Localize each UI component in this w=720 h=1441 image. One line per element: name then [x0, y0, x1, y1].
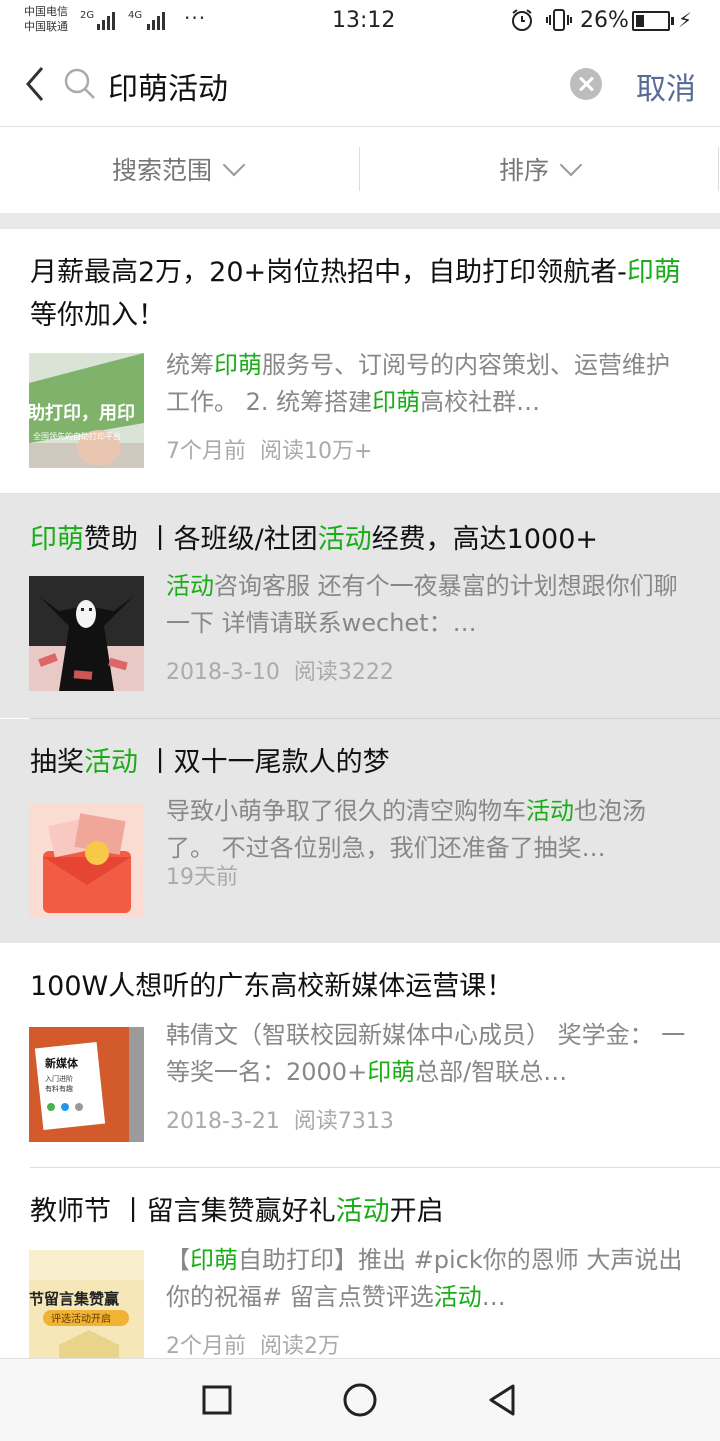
alarm-icon [512, 9, 532, 31]
result-item[interactable]: 抽奖活动 丨双十一尾款人的梦 导致小萌争取了很久的清空购物车活动也泡汤了。 不过… [0, 719, 720, 943]
result-thumbnail: 节留言集赞赢 评选活动开启 [29, 1250, 144, 1365]
svg-text:入门进阶: 入门进阶 [45, 1074, 73, 1083]
battery-percent: 26% [580, 8, 629, 33]
result-title: 100W人想听的广东高校新媒体运营课！ [30, 971, 514, 1002]
search-header: 印萌活动 取消 [0, 44, 720, 127]
result-snippet: 韩倩文（智联校园新媒体中心成员） 奖学金： 一等奖一名：2000+印萌总部/智联… [166, 1021, 686, 1086]
result-meta: 2个月前 阅读2万 [166, 1328, 340, 1360]
sort-filter[interactable]: 排序 [499, 151, 583, 187]
result-date: 2018-3-21 [166, 1109, 280, 1134]
result-snippet: 活动咨询客服 还有个一夜暴富的计划想跟你们聊一下 详情请联系wechet：… [166, 572, 678, 637]
chevron-down-icon [222, 153, 246, 177]
system-nav-bar [0, 1358, 720, 1441]
square-recents-icon[interactable] [197, 1380, 237, 1420]
result-reads: 阅读7313 [293, 1109, 394, 1134]
result-meta: 7个月前 阅读10万+ [166, 433, 372, 465]
clear-icon[interactable] [570, 68, 602, 100]
circle-home-icon[interactable] [340, 1380, 380, 1420]
signal-icon-2 [147, 12, 165, 30]
scope-filter-label: 搜索范围 [112, 156, 213, 185]
result-date: 2018-3-10 [166, 660, 280, 685]
result-thumbnail [29, 803, 144, 918]
network-type-1: 2G [80, 10, 95, 21]
svg-text:助打印，用印: 助打印，用印 [29, 402, 135, 424]
carrier-2: 中国联通 [24, 20, 68, 33]
result-reads: 阅读3222 [293, 660, 394, 685]
scope-filter[interactable]: 搜索范围 [112, 151, 246, 187]
cancel-button[interactable]: 取消 [636, 64, 696, 108]
result-meta: 2018-3-10 阅读3222 [166, 654, 394, 686]
section-gap [0, 213, 720, 229]
charging-icon: ⚡ [678, 8, 693, 32]
result-item[interactable]: 月薪最高2万，20+岗位热招中，自助打印领航者-印萌等你加入！ 助打印，用印 全… [0, 229, 720, 493]
result-date: 2个月前 [166, 1334, 246, 1359]
search-input[interactable]: 印萌活动 [108, 64, 228, 108]
svg-text:全国领先的自助打印平台: 全国领先的自助打印平台 [33, 431, 121, 441]
more-notifications-icon: ··· [184, 6, 207, 30]
search-icon [64, 68, 95, 99]
result-title: 抽奖活动 丨双十一尾款人的梦 [30, 747, 390, 778]
triangle-back-icon[interactable] [483, 1380, 523, 1420]
filter-divider [359, 147, 360, 191]
carrier-1: 中国电信 [24, 5, 68, 18]
network-type-2: 4G [128, 10, 143, 21]
svg-text:有料有趣: 有料有趣 [45, 1084, 73, 1093]
result-title: 月薪最高2万，20+岗位热招中，自助打印领航者-印萌等你加入！ [30, 257, 681, 331]
carrier-names: 中国电信 中国联通 [24, 4, 68, 34]
filter-bar: 搜索范围 排序 [0, 127, 720, 213]
vibrate-icon [546, 9, 572, 31]
result-meta: 2018-3-21 阅读7313 [166, 1103, 394, 1135]
sort-filter-label: 排序 [499, 156, 550, 185]
result-date: 19天前 [166, 865, 238, 890]
result-snippet: 【印萌自助打印】推出 #pick你的恩师 大声说出你的祝福# 留言点赞评选活动… [166, 1246, 683, 1311]
svg-text:评选活动开启: 评选活动开启 [51, 1312, 111, 1325]
svg-text:新媒体: 新媒体 [45, 1056, 79, 1070]
result-date: 7个月前 [166, 439, 246, 464]
result-title: 印萌赞助 丨各班级/社团活动经费，高达1000+ [30, 524, 599, 555]
result-item[interactable]: 100W人想听的广东高校新媒体运营课！ 新媒体 入门进阶 有料有趣 韩倩文（智联… [0, 943, 720, 1167]
results-list: 月薪最高2万，20+岗位热招中，自助打印领航者-印萌等你加入！ 助打印，用印 全… [0, 229, 720, 1398]
result-reads: 阅读2万 [260, 1334, 340, 1359]
result-snippet: 导致小萌争取了很久的清空购物车活动也泡汤了。 不过各位别急，我们还准备了抽奖… [166, 797, 646, 862]
back-arrow-icon[interactable] [18, 64, 52, 104]
battery-icon [632, 11, 674, 31]
result-thumbnail: 新媒体 入门进阶 有料有趣 [29, 1027, 144, 1142]
result-snippet: 统筹印萌服务号、订阅号的内容策划、运营维护工作。 2. 统筹搭建印萌高校社群… [166, 351, 670, 416]
signal-icon [97, 12, 115, 30]
svg-text:节留言集赞赢: 节留言集赞赢 [29, 1290, 119, 1308]
result-thumbnail: 助打印，用印 全国领先的自助打印平台 [29, 353, 144, 468]
result-thumbnail [29, 576, 144, 691]
status-bar: 中国电信 中国联通 2G 4G ··· 13:12 26% ⚡ [0, 0, 720, 44]
result-title: 教师节 丨留言集赞赢好礼活动开启 [30, 1196, 444, 1227]
filter-divider [718, 147, 719, 191]
result-meta: 19天前 [166, 859, 238, 891]
chevron-down-icon [559, 153, 583, 177]
clock: 13:12 [332, 8, 396, 33]
result-reads: 阅读10万+ [260, 439, 373, 464]
result-item[interactable]: 印萌赞助 丨各班级/社团活动经费，高达1000+ 活动咨询客服 还有个一夜暴富的… [0, 493, 720, 718]
battery-fill [636, 15, 644, 27]
